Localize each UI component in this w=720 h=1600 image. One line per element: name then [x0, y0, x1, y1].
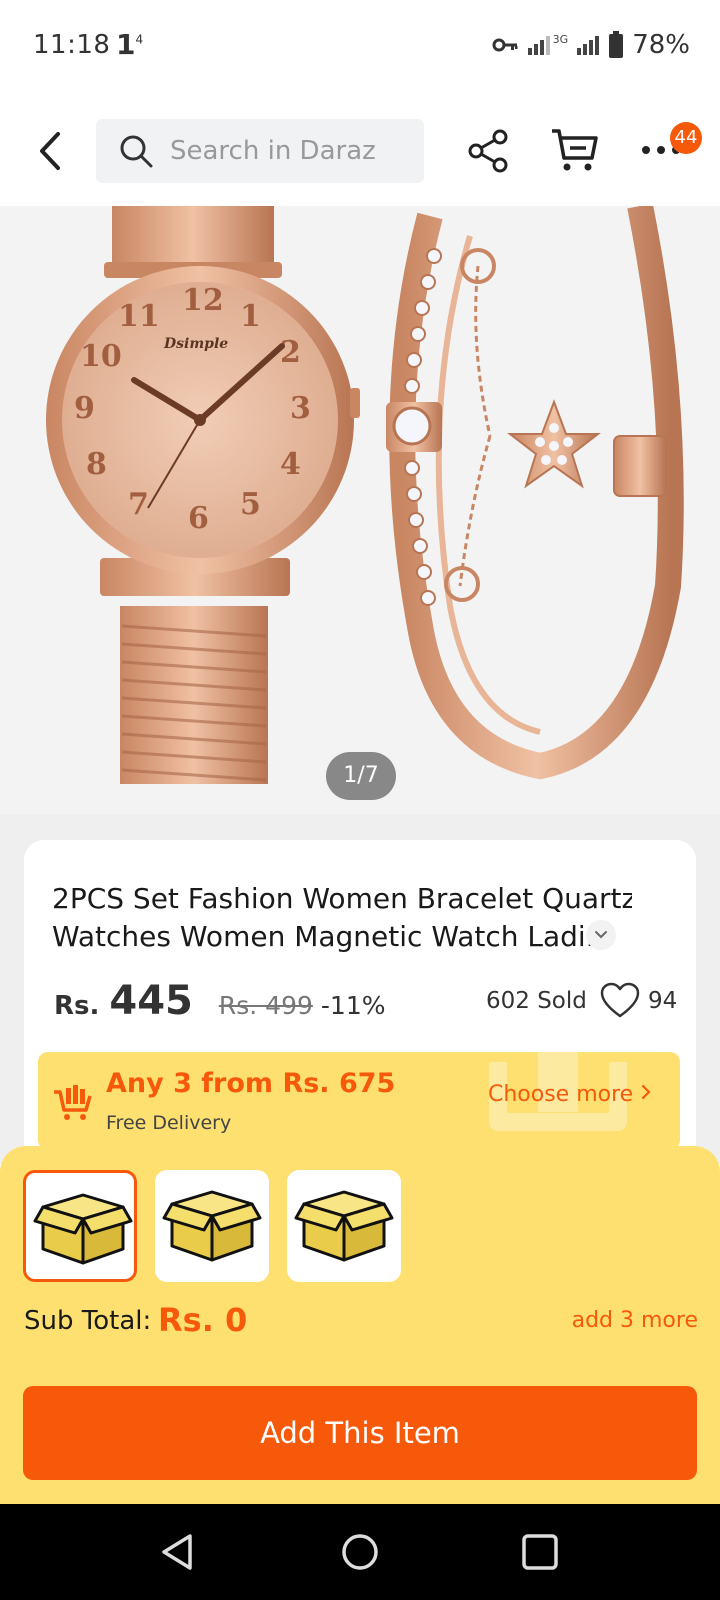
svg-text:3: 3	[290, 391, 311, 426]
back-arrow-icon[interactable]	[30, 126, 70, 176]
svg-text:8: 8	[86, 447, 107, 482]
svg-text:12: 12	[182, 283, 224, 318]
box-icon	[294, 1190, 394, 1262]
choose-more-link[interactable]: Choose more	[488, 1082, 652, 1107]
bundle-cart-icon	[54, 1085, 92, 1120]
promo-title: Any 3 from Rs. 675	[106, 1068, 396, 1099]
watch-brand-text: Dsimple	[163, 336, 228, 352]
bundle-promo-banner[interactable]: Any 3 from Rs. 675 Free Delivery Choose …	[38, 1052, 680, 1150]
box-icon	[33, 1193, 133, 1265]
notification-badge: 44	[670, 122, 702, 154]
original-price: Rs. 499	[218, 991, 313, 1020]
cart-icon[interactable]	[550, 126, 600, 174]
search-input[interactable]	[170, 136, 410, 166]
product-title-line-1: 2PCS Set Fashion Women Bracelet Quartz	[52, 882, 632, 915]
svg-text:11: 11	[118, 299, 160, 334]
svg-text:2: 2	[280, 335, 301, 370]
status-extra-number: 1	[116, 28, 136, 61]
battery-percent: 78%	[632, 30, 690, 60]
search-icon	[120, 135, 153, 168]
status-icons: 3G 78%	[491, 30, 690, 60]
system-navigation-bar	[0, 1504, 720, 1600]
nav-recent-apps-icon[interactable]	[520, 1532, 560, 1572]
svg-text:7: 7	[128, 487, 149, 522]
add-this-item-button[interactable]: Add This Item	[23, 1386, 697, 1480]
add-more-hint: add 3 more	[571, 1308, 698, 1333]
sold-count: 602 Sold	[486, 988, 587, 1014]
svg-text:6: 6	[188, 501, 209, 536]
product-info-card: 2PCS Set Fashion Women Bracelet Quartz W…	[24, 840, 696, 1170]
choose-more-label: Choose more	[488, 1082, 634, 1107]
heart-icon[interactable]	[600, 982, 640, 1020]
chevron-right-icon	[642, 1084, 651, 1100]
status-extra-sup: 4	[135, 32, 144, 47]
discount-badge: -11%	[320, 991, 386, 1020]
nav-back-icon[interactable]	[158, 1532, 198, 1572]
battery-icon	[609, 31, 624, 58]
chevron-down-icon[interactable]	[586, 920, 616, 950]
svg-text:1: 1	[240, 299, 261, 334]
bundle-slot-2[interactable]	[155, 1170, 269, 1282]
price-currency: Rs.	[54, 991, 100, 1021]
product-image-gallery[interactable]: 12 1 2 3 45 6 78 9 10 11 Dsimple 1/7	[0, 206, 720, 814]
product-title[interactable]: 2PCS Set Fashion Women Bracelet Quartz W…	[52, 880, 632, 956]
product-image: 12 12 3 45 6 78 9 10 11 Dsimple	[46, 206, 684, 784]
subtotal-label: Sub Total:	[24, 1306, 152, 1336]
top-header: 44	[0, 96, 720, 206]
image-counter: 1/7	[326, 752, 396, 800]
box-icon	[162, 1190, 262, 1262]
product-title-line-2: Watches Women Magnetic Watch Ladi...	[52, 920, 613, 953]
subtotal-value: Rs. 0	[158, 1301, 248, 1339]
promo-subtitle: Free Delivery	[106, 1112, 232, 1134]
status-bar: 11:18 14 3G 78%	[0, 0, 720, 96]
bundle-slot-1[interactable]	[23, 1170, 137, 1282]
bundle-sheet: Sub Total: Rs. 0 add 3 more Add This Ite…	[0, 1146, 720, 1504]
search-bar[interactable]	[96, 119, 424, 183]
signal-icon-2	[577, 36, 600, 55]
signal-icon	[527, 36, 550, 55]
svg-text:10: 10	[80, 339, 122, 374]
bundle-slot-3[interactable]	[287, 1170, 401, 1282]
price-row: Rs. 445 Rs. 499 -11%	[54, 978, 385, 1024]
price-value: 445	[109, 978, 193, 1024]
network-type-label: 3G	[552, 32, 569, 46]
share-icon[interactable]	[466, 128, 510, 174]
status-notification-icon: 14	[116, 28, 143, 61]
nav-home-icon[interactable]	[340, 1532, 380, 1572]
svg-text:9: 9	[74, 391, 95, 426]
wishlist-count: 94	[648, 988, 678, 1014]
svg-text:5: 5	[240, 487, 261, 522]
svg-text:4: 4	[280, 447, 301, 482]
status-time: 11:18	[33, 30, 111, 60]
vpn-key-icon	[492, 38, 518, 52]
